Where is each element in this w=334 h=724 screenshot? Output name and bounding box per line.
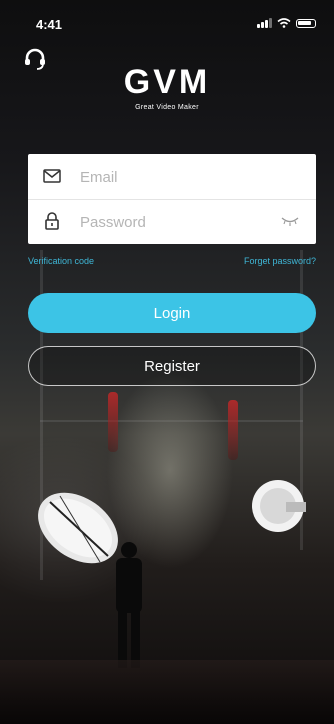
crew-silhouette bbox=[116, 542, 142, 668]
login-button[interactable]: Login bbox=[28, 293, 316, 333]
signal-icon bbox=[257, 18, 272, 28]
stage-truss bbox=[40, 420, 303, 422]
login-form bbox=[28, 154, 316, 244]
email-input[interactable] bbox=[78, 162, 282, 192]
stage-light bbox=[108, 392, 118, 452]
battery-icon bbox=[296, 18, 316, 28]
register-button[interactable]: Register bbox=[28, 346, 316, 386]
stage-floor bbox=[0, 660, 334, 724]
login-screen: 4:41 GVM Great Video Maker Email Verific… bbox=[0, 0, 334, 724]
app-logo: GVM bbox=[123, 63, 211, 101]
stage-light bbox=[228, 400, 238, 460]
spot-light bbox=[252, 480, 306, 532]
forgot-password-link[interactable]: Forget password? bbox=[244, 256, 316, 266]
wifi-icon bbox=[277, 18, 291, 28]
eye-closed-icon[interactable] bbox=[280, 215, 300, 227]
password-input[interactable] bbox=[78, 207, 282, 237]
app-tagline: Great Video Maker bbox=[135, 104, 199, 111]
system-icons bbox=[257, 18, 316, 28]
status-time: 4:41 bbox=[36, 17, 63, 32]
lock-icon bbox=[45, 212, 59, 230]
password-row bbox=[28, 199, 316, 244]
mail-icon bbox=[43, 169, 61, 183]
email-row bbox=[28, 154, 316, 200]
status-bar: 4:41 bbox=[0, 0, 334, 44]
verification-code-link[interactable]: Verification code bbox=[28, 256, 94, 266]
